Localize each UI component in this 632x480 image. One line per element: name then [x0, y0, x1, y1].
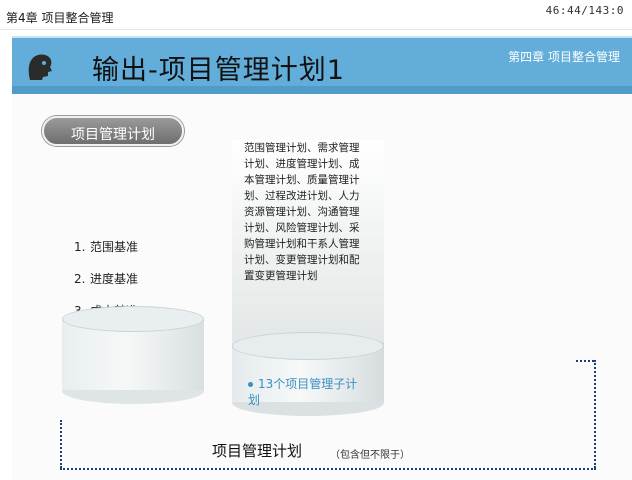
page-counter: 46:44/143:0: [545, 4, 624, 17]
bullet-dot: [248, 382, 253, 387]
chapter-label: 第4章 项目整合管理: [6, 11, 114, 25]
footer-note: （包含但不限于）: [330, 450, 410, 461]
sub-plans-text: 13个项目管理子计划: [248, 377, 358, 407]
dotted-border-left: [60, 420, 62, 468]
logo-head-icon: [28, 54, 52, 80]
banner-band: [12, 86, 632, 94]
plans-description: 范围管理计划、需求管理计划、进度管理计划、成本管理计划、质量管理计划、过程改进计…: [244, 142, 360, 282]
list-label: 范围基准: [90, 240, 139, 254]
sub-plans-label: 13个项目管理子计划: [248, 376, 368, 408]
dotted-border-right: [594, 360, 596, 468]
banner-chapter: 第四章 项目整合管理: [508, 50, 620, 64]
list-label: 进度基准: [90, 272, 139, 286]
dotted-border-right-top: [576, 360, 594, 362]
slide-title: 输出-项目管理计划1: [92, 55, 345, 86]
top-bar: 第4章 项目整合管理 46:44/143:0: [0, 0, 632, 30]
section-pill: 项目管理计划: [42, 116, 184, 146]
right-cylinder-top: [232, 332, 384, 360]
title-banner: 输出-项目管理计划1 第四章 项目整合管理: [12, 36, 632, 94]
list-number: 1.: [74, 240, 86, 254]
list-number: 2.: [74, 272, 86, 286]
section-pill-label: 项目管理计划: [71, 127, 155, 143]
list-item: 1. 范围基准: [74, 238, 138, 270]
footer-title: 项目管理计划: [212, 442, 303, 460]
left-cylinder-top: [62, 306, 204, 332]
list-item: 2. 进度基准: [74, 270, 138, 302]
dotted-border-bottom: [60, 468, 596, 470]
